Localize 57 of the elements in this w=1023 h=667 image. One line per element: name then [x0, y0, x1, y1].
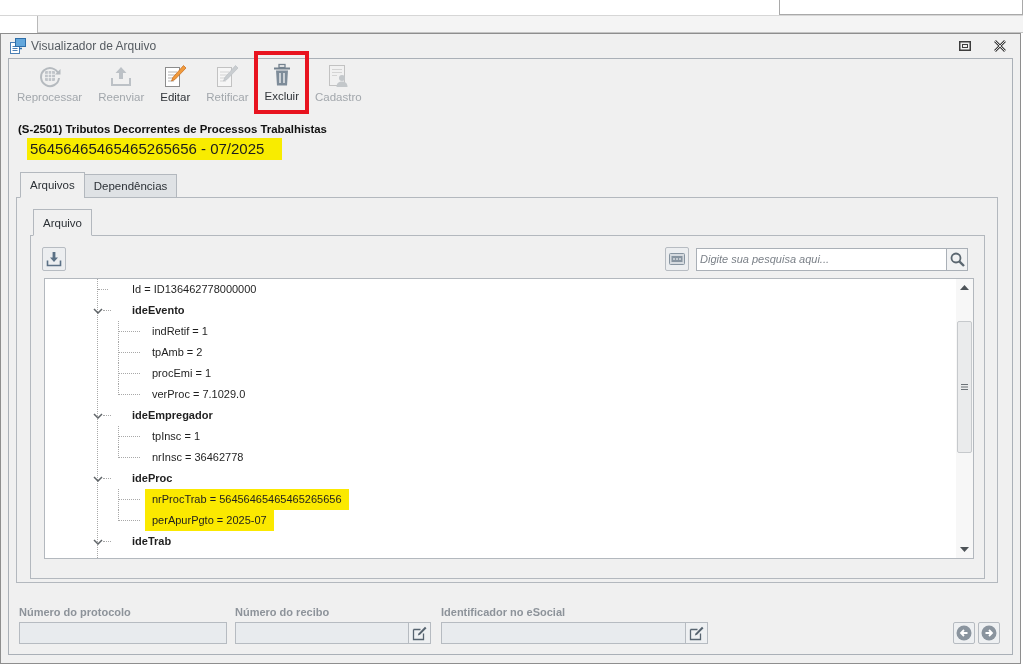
record-title: (S-2501) Tributos Decorrentes de Processos Trabalhistas: [18, 122, 327, 136]
search-field[interactable]: Digite sua pesquisa aqui...: [696, 247, 946, 271]
tree-node-label[interactable]: perApurPgto = 2025-07: [145, 510, 274, 531]
arrow-right-circle-icon: [981, 625, 997, 641]
download-button[interactable]: [42, 247, 66, 271]
download-icon: [46, 251, 62, 267]
field-label: Identificador no eSocial: [441, 605, 567, 619]
close-button[interactable]: [994, 40, 1006, 52]
scrollbar-thumb[interactable]: [957, 321, 972, 453]
next-button[interactable]: [978, 622, 1000, 644]
document-screen-icon: [10, 38, 26, 54]
badge-button[interactable]: [665, 247, 689, 271]
edit-button[interactable]: [409, 622, 431, 644]
tab[interactable]: Dependências: [83, 174, 178, 198]
tab[interactable]: Arquivos: [20, 172, 85, 198]
tree-node-label[interactable]: Id = ID136462778000000: [125, 279, 264, 300]
arrow-left-circle-icon: [956, 625, 972, 641]
previous-button[interactable]: [953, 622, 975, 644]
tree-node-label[interactable]: ideEvento: [125, 300, 192, 321]
grip-lines-icon: [961, 384, 968, 390]
circular-arrow-icon: [37, 64, 62, 88]
restore-button[interactable]: [959, 40, 971, 52]
dots-badge-icon: [669, 253, 685, 265]
scroll-up-icon[interactable]: [960, 285, 969, 290]
app-search-field[interactable]: [779, 0, 1023, 15]
tree-node-label[interactable]: procEmi = 1: [145, 363, 218, 384]
tab[interactable]: Arquivo: [33, 209, 92, 236]
scroll-down-icon[interactable]: [960, 547, 969, 552]
scrollbar[interactable]: [956, 279, 973, 558]
record-subtitle: 56456465465465265656 - 07/2025: [27, 138, 283, 160]
search-icon: [949, 251, 965, 267]
tree-node-label[interactable]: nrProcTrab = 56456465465465265656: [145, 489, 349, 510]
tree-node-label[interactable]: indRetif = 1: [145, 321, 215, 342]
tree-node-label[interactable]: tpInsc = 1: [145, 426, 207, 447]
search-button[interactable]: [946, 247, 968, 271]
restore-icon: [959, 41, 971, 51]
tree-node-label[interactable]: ideTrab: [125, 531, 179, 552]
edit-button[interactable]: [686, 622, 708, 644]
chevron-down-icon[interactable]: [93, 307, 103, 314]
document-pencil-icon: [215, 64, 240, 88]
tree-node-label[interactable]: nrInsc = 36462778: [145, 447, 251, 468]
tree-node-label[interactable]: verProc = 7.1029.0: [145, 384, 253, 405]
chevron-down-icon[interactable]: [93, 538, 103, 545]
chevron-down-icon[interactable]: [93, 475, 103, 482]
tree-node-label[interactable]: tpAmb = 2: [145, 342, 210, 363]
pencil-paper-icon: [412, 625, 427, 641]
chevron-down-icon[interactable]: [93, 412, 103, 419]
close-icon: [994, 40, 1006, 52]
toolbar-button[interactable]: Excluir: [254, 51, 309, 114]
window-title: Visualizador de Arquivo: [31, 39, 157, 53]
pencil-paper-icon: [689, 625, 704, 641]
toolbar-button[interactable]: Editar: [160, 63, 191, 107]
tree-node-label[interactable]: ideEmpregador: [125, 405, 220, 426]
tree-node-label[interactable]: ideProc: [125, 468, 180, 489]
field-label: Número do recibo: [235, 605, 331, 619]
field-label: Número do protocolo: [19, 605, 132, 619]
document-pencil-icon: [163, 64, 188, 88]
